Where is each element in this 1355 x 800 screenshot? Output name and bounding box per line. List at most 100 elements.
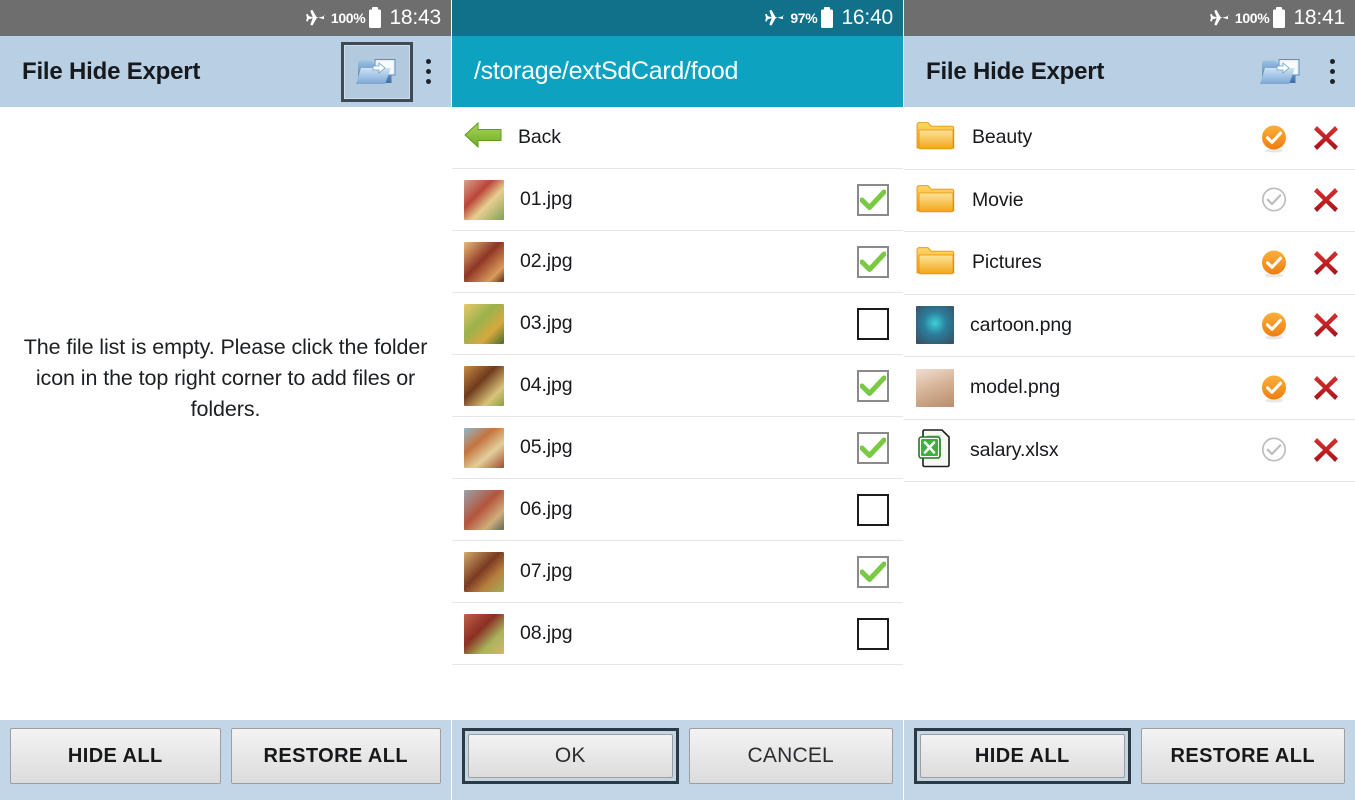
list-item[interactable]: 03.jpg	[452, 293, 903, 355]
list-item[interactable]: 08.jpg	[452, 603, 903, 665]
list-item-label: 02.jpg	[520, 250, 573, 272]
remove-x-icon[interactable]	[1311, 248, 1341, 278]
file-thumbnail	[464, 179, 504, 220]
list-item[interactable]: Pictures	[904, 232, 1355, 295]
select-checkbox[interactable]	[857, 307, 889, 340]
file-thumbnail	[464, 551, 504, 592]
hidden-off-icon[interactable]	[1259, 185, 1289, 215]
list-item-label: 05.jpg	[520, 436, 573, 458]
overflow-menu-button[interactable]	[1317, 42, 1347, 102]
list-item[interactable]: 01.jpg	[452, 169, 903, 231]
button-wrapper: RESTORE ALL	[1140, 728, 1345, 784]
select-checkbox[interactable]	[857, 555, 889, 588]
select-checkbox[interactable]	[857, 493, 889, 526]
select-checkbox[interactable]	[857, 183, 889, 216]
content-area: The file list is empty. Please click the…	[0, 107, 451, 720]
battery-icon	[1272, 7, 1286, 29]
list-item[interactable]: model.png	[904, 357, 1355, 420]
hidden-on-icon[interactable]	[1259, 248, 1289, 278]
restore-all-button[interactable]: RESTORE ALL	[230, 728, 441, 784]
remove-x-icon[interactable]	[1311, 373, 1341, 403]
battery-percent: 97%	[790, 10, 818, 26]
battery-icon	[368, 7, 382, 29]
restore-all-button[interactable]: RESTORE ALL	[1140, 728, 1345, 784]
hidden-on-icon[interactable]	[1259, 310, 1289, 340]
folder-icon	[916, 181, 956, 220]
hidden-off-icon[interactable]	[1259, 435, 1289, 465]
remove-x-icon[interactable]	[1311, 123, 1341, 153]
select-checkbox[interactable]	[857, 369, 889, 402]
list-item-label: cartoon.png	[970, 313, 1072, 336]
remove-x-icon[interactable]	[1311, 185, 1341, 215]
list-item-label: 06.jpg	[520, 498, 573, 520]
select-checkbox[interactable]	[857, 617, 889, 650]
list-item-label: 08.jpg	[520, 622, 573, 644]
list-item[interactable]: 05.jpg	[452, 417, 903, 479]
list-item-label: 04.jpg	[520, 374, 573, 396]
overflow-dot	[1329, 69, 1335, 74]
list-item-label: 01.jpg	[520, 188, 573, 210]
list-item-label: Movie	[972, 188, 1024, 211]
file-thumbnail	[464, 613, 504, 654]
list-item[interactable]: Beauty	[904, 107, 1355, 170]
hide-all-button[interactable]: HIDE ALL	[10, 728, 221, 784]
select-checkbox[interactable]	[857, 245, 889, 278]
current-path: /storage/extSdCard/food	[474, 57, 739, 85]
folder-icon	[916, 118, 956, 157]
button-wrapper: CANCEL	[688, 728, 893, 784]
list-item-label: Back	[518, 126, 561, 148]
list-item-back[interactable]: Back	[452, 107, 903, 169]
list-item[interactable]: 07.jpg	[452, 541, 903, 603]
overflow-dot	[425, 59, 431, 64]
list-item[interactable]: 04.jpg	[452, 355, 903, 417]
list-item-label: salary.xlsx	[970, 438, 1059, 461]
battery-percent: 100%	[1234, 10, 1270, 26]
hide-all-button[interactable]: HIDE ALL	[920, 734, 1125, 778]
clock-time: 18:43	[389, 6, 441, 29]
battery-percent: 100%	[330, 10, 366, 26]
add-folder-button[interactable]	[341, 41, 413, 102]
hidden-on-icon[interactable]	[1259, 123, 1289, 153]
panel-hidden-list: 100% 18:41 File Hide Expert Beauty Movie Pict…	[904, 0, 1355, 800]
overflow-menu-button[interactable]	[413, 42, 443, 102]
status-bar: 100% 18:41	[904, 0, 1355, 36]
remove-x-icon[interactable]	[1311, 435, 1341, 465]
select-checkbox[interactable]	[857, 431, 889, 464]
list-item[interactable]: cartoon.png	[904, 295, 1355, 357]
overflow-dot	[425, 69, 431, 74]
overflow-dot	[425, 79, 431, 84]
button-wrapper: OK	[462, 728, 679, 784]
app-bar: File Hide Expert	[0, 36, 451, 107]
path-bar: /storage/extSdCard/food	[452, 36, 903, 107]
button-wrapper: HIDE ALL	[10, 728, 221, 784]
overflow-dot	[1329, 59, 1335, 64]
ok-button[interactable]: OK	[468, 734, 673, 778]
action-bar: OK CANCEL	[452, 720, 903, 800]
airplane-mode-icon	[305, 8, 325, 28]
add-folder-button[interactable]	[1245, 42, 1317, 102]
hidden-on-icon[interactable]	[1259, 373, 1289, 403]
remove-x-icon[interactable]	[1311, 310, 1341, 340]
excel-file-icon	[916, 428, 954, 473]
airplane-mode-icon	[1209, 8, 1229, 28]
page-title: File Hide Expert	[22, 57, 201, 85]
content-area: Beauty Movie Pictures cartoon.png model.png s…	[904, 107, 1355, 720]
list-item[interactable]: 02.jpg	[452, 231, 903, 293]
airplane-mode-icon	[764, 8, 784, 28]
file-thumbnail	[464, 365, 504, 406]
status-bar: 100% 18:43	[0, 0, 451, 36]
list-item-label: model.png	[970, 376, 1061, 399]
clock-time: 16:40	[841, 6, 893, 29]
list-item[interactable]: salary.xlsx	[904, 420, 1355, 482]
file-thumbnail	[464, 303, 504, 344]
list-item[interactable]: 06.jpg	[452, 479, 903, 541]
file-thumbnail	[916, 306, 954, 345]
action-bar: HIDE ALL RESTORE ALL	[0, 720, 451, 800]
list-item-label: Pictures	[972, 251, 1042, 274]
button-wrapper: HIDE ALL	[914, 728, 1131, 784]
list-item[interactable]: Movie	[904, 170, 1355, 232]
overflow-dot	[1329, 79, 1335, 84]
list-item-label: 03.jpg	[520, 312, 573, 334]
cancel-button[interactable]: CANCEL	[688, 728, 893, 784]
battery-icon	[820, 7, 834, 29]
